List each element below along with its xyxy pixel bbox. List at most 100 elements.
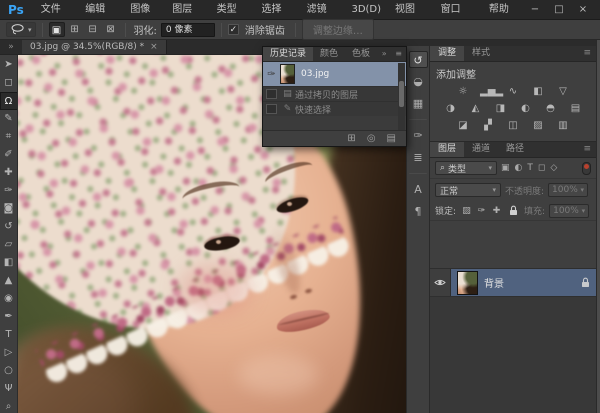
lock-transparency-icon[interactable]: ▨ [460,206,473,216]
threshold-icon[interactable]: ◫ [505,119,521,132]
panel-menu-icon[interactable]: ≡ [578,142,596,157]
tab-styles[interactable]: 样式 [464,46,498,61]
filter-type-layers-icon[interactable]: T [527,163,533,173]
history-brush-source-icon[interactable]: ✑ [263,69,280,80]
tab-adjustments[interactable]: 调整 [430,46,464,61]
move-tool[interactable]: ➤ [0,56,18,74]
photo-filter-icon[interactable]: ◐ [518,102,534,115]
menu-type[interactable]: 类型(Y) [210,0,255,19]
add-selection-icon[interactable]: ⊞ [67,22,83,37]
menu-3d[interactable]: 3D(D) [344,0,388,19]
history-panel-icon[interactable]: ↺ [409,51,428,68]
close-button[interactable]: × [576,4,590,15]
menu-filter[interactable]: 滤镜(T) [300,0,345,19]
tool-preset-picker[interactable]: ▾ [6,22,36,37]
shape-tool[interactable]: ○ [0,362,18,380]
filter-pixel-layers-icon[interactable]: ▣ [501,163,510,173]
gradient-tool[interactable]: ◧ [0,254,18,272]
menu-window[interactable]: 窗口(W) [434,0,482,19]
levels-icon[interactable]: ▂▅▂ [480,85,496,98]
antialias-checkbox[interactable]: ✓ [228,24,239,35]
menu-edit[interactable]: 编辑(E) [78,0,123,19]
menu-file[interactable]: 文件(F) [34,0,79,19]
vibrance-icon[interactable]: ▽ [555,85,571,98]
history-brush-tool[interactable]: ↺ [0,218,18,236]
tab-swatches[interactable]: 色板 [345,47,377,61]
close-tab-icon[interactable]: × [150,42,158,52]
history-snapshot-row[interactable]: ✑ 03.jpg [263,62,406,86]
menu-image[interactable]: 图像(I) [123,0,165,19]
dock-divider[interactable] [409,119,427,120]
filter-adjustment-layers-icon[interactable]: ◐ [515,163,523,173]
type-tool[interactable]: T [0,326,18,344]
pen-tool[interactable]: ✒ [0,308,18,326]
history-scrollbar[interactable] [398,63,405,131]
filter-kind-dropdown[interactable]: ⌕ 类型 ▾ [435,161,497,175]
menu-view[interactable]: 视图(V) [388,0,434,19]
history-source-well[interactable] [266,104,277,114]
toolbar-collapse-icon[interactable]: » [0,40,22,54]
history-state-row[interactable]: ✎ 快速选择 [263,101,406,116]
blend-mode-dropdown[interactable]: 正常 ▾ [435,183,501,197]
minimize-button[interactable]: − [528,4,542,15]
spot-healing-tool[interactable]: ✚ [0,164,18,182]
scrollbar-thumb[interactable] [399,81,404,107]
eraser-tool[interactable]: ▱ [0,236,18,254]
history-state-row[interactable]: ▤ 通过拷贝的图层 [263,86,406,101]
subtract-selection-icon[interactable]: ⊟ [85,22,101,37]
brightness-contrast-icon[interactable]: ☼ [455,85,471,98]
refine-edge-button[interactable]: 调整边缘… [302,19,374,40]
feather-input[interactable]: 0 像素 [161,23,215,37]
history-source-well[interactable] [266,89,277,99]
gradient-map-icon[interactable]: ▥ [555,119,571,132]
path-select-tool[interactable]: ▷ [0,344,18,362]
new-selection-icon[interactable]: ▣ [49,22,65,37]
dodge-tool[interactable]: ◉ [0,290,18,308]
menu-layer[interactable]: 图层(L) [165,0,209,19]
panel-collapse-icon[interactable]: » [378,47,391,61]
color-lookup-icon[interactable]: ▤ [568,102,584,115]
swatches-panel-icon[interactable]: ▦ [409,95,428,112]
crop-tool[interactable]: ⌗ [0,128,18,146]
posterize-icon[interactable]: ▞ [480,119,496,132]
blur-tool[interactable]: ▲ [0,272,18,290]
layer-visibility-toggle[interactable] [430,269,451,296]
exposure-icon[interactable]: ◧ [530,85,546,98]
hue-saturation-icon[interactable]: ◑ [443,102,459,115]
zoom-tool[interactable]: ⌕ [0,398,18,413]
marquee-tool[interactable]: ◻ [0,74,18,92]
black-white-icon[interactable]: ◨ [493,102,509,115]
color-panel-icon[interactable]: ◒ [409,73,428,90]
filter-smart-objects-icon[interactable]: ◇ [550,163,557,173]
hand-tool[interactable]: Ψ [0,380,18,398]
lock-pixels-icon[interactable]: ✑ [475,206,488,216]
layer-thumbnail[interactable] [457,271,478,295]
curves-icon[interactable]: ∿ [505,85,521,98]
brush-panel-icon[interactable]: ✑ [409,127,428,144]
panel-menu-icon[interactable]: ≡ [578,46,596,61]
tab-history[interactable]: 历史记录 [263,47,313,61]
lock-all-icon[interactable] [507,205,520,216]
intersect-selection-icon[interactable]: ⊠ [103,22,119,37]
tab-layers[interactable]: 图层 [430,142,464,157]
eyedropper-tool[interactable]: ✐ [0,146,18,164]
fill-dropdown[interactable]: 100% ▾ [549,204,589,218]
panel-menu-icon[interactable]: ≡ [391,47,406,61]
tab-paths[interactable]: 路径 [498,142,532,157]
lock-position-icon[interactable]: ✚ [490,206,503,216]
document-tab[interactable]: 03.jpg @ 34.5%(RGB/8) * × [22,40,167,54]
delete-state-icon[interactable]: ▤ [387,132,396,146]
menu-help[interactable]: 帮助(H) [482,0,528,19]
filter-shape-layers-icon[interactable]: ◻ [538,163,545,173]
new-document-from-state-icon[interactable]: ⊞ [347,132,355,146]
dock-divider[interactable] [409,173,427,174]
filter-toggle[interactable] [582,162,591,175]
clone-stamp-tool[interactable]: ◙ [0,200,18,218]
invert-icon[interactable]: ◪ [455,119,471,132]
selective-color-icon[interactable]: ▨ [530,119,546,132]
layer-row-background[interactable]: 背景 [430,269,596,297]
opacity-dropdown[interactable]: 100% ▾ [548,183,588,197]
quick-selection-tool[interactable]: ✎ [0,110,18,128]
brush-presets-panel-icon[interactable]: ≣ [409,149,428,166]
tab-channels[interactable]: 通道 [464,142,498,157]
